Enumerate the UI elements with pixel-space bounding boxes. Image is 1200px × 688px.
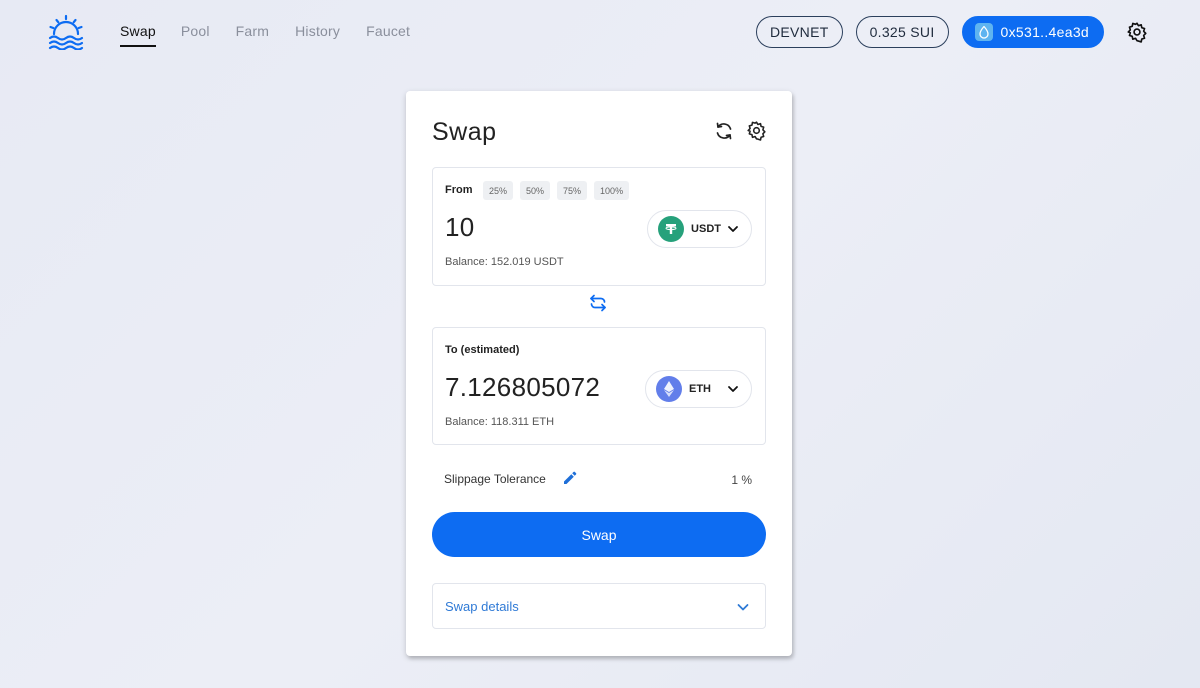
main-nav: Swap Pool Farm History Faucet: [120, 23, 436, 47]
balance-button[interactable]: 0.325 SUI: [855, 16, 949, 48]
switch-direction-icon[interactable]: [589, 294, 607, 312]
to-balance: Balance: 118.311 ETH: [445, 416, 555, 428]
swap-button[interactable]: Swap: [432, 512, 766, 557]
settings-gear-icon[interactable]: [746, 120, 767, 141]
swap-card: Swap From 25% 50% 75% 100% 10 USDT Balan…: [406, 91, 792, 656]
nav-item-swap[interactable]: Swap: [120, 23, 156, 47]
percent-options: 25% 50% 75% 100%: [483, 181, 636, 200]
sun-wave-logo-icon[interactable]: [48, 14, 84, 50]
slippage-label: Slippage Tolerance: [444, 472, 546, 486]
to-label: To (estimated): [445, 344, 520, 356]
wallet-address: 0x531..4ea3d: [1000, 24, 1089, 40]
nav-item-history[interactable]: History: [295, 23, 340, 47]
swap-details-toggle[interactable]: Swap details: [432, 583, 766, 629]
wallet-button[interactable]: 0x531..4ea3d: [961, 16, 1104, 48]
percent-25-button[interactable]: 25%: [483, 181, 514, 200]
header-actions: DEVNET 0.325 SUI 0x531..4ea3d: [755, 16, 1148, 48]
to-amount-output: 7.126805072: [445, 372, 601, 402]
chevron-down-icon: [728, 386, 738, 392]
from-token-select[interactable]: USDT: [647, 210, 752, 248]
percent-75-button[interactable]: 75%: [557, 181, 588, 200]
eth-token-icon: [656, 376, 682, 402]
refresh-icon[interactable]: [714, 121, 734, 141]
nav-item-farm[interactable]: Farm: [236, 23, 269, 47]
from-amount-input[interactable]: 10: [445, 212, 475, 243]
chevron-down-icon: [737, 604, 749, 611]
gear-icon[interactable]: [1126, 21, 1148, 43]
nav-item-faucet[interactable]: Faucet: [366, 23, 410, 47]
card-title: Swap: [432, 118, 497, 146]
slippage-value: 1 %: [731, 473, 752, 487]
top-header: Swap Pool Farm History Faucet DEVNET 0.3…: [0, 0, 1200, 64]
chevron-down-icon: [728, 226, 738, 232]
percent-50-button[interactable]: 50%: [520, 181, 551, 200]
swap-details-label: Swap details: [445, 599, 519, 614]
usdt-token-icon: [658, 216, 685, 242]
from-balance: Balance: 152.019 USDT: [445, 256, 564, 268]
percent-100-button[interactable]: 100%: [594, 181, 630, 200]
from-label: From: [445, 184, 473, 196]
edit-pencil-icon[interactable]: [563, 471, 577, 485]
network-button[interactable]: DEVNET: [755, 16, 843, 48]
from-panel: From 25% 50% 75% 100% 10 USDT Balance: 1…: [432, 167, 766, 286]
to-panel: To (estimated) 7.126805072 ETH Balance: …: [432, 327, 766, 445]
sui-drop-icon: [974, 23, 993, 41]
from-token-name: USDT: [691, 223, 721, 235]
nav-item-pool[interactable]: Pool: [181, 23, 210, 47]
to-token-select[interactable]: ETH: [645, 370, 752, 408]
to-token-name: ETH: [689, 383, 711, 395]
